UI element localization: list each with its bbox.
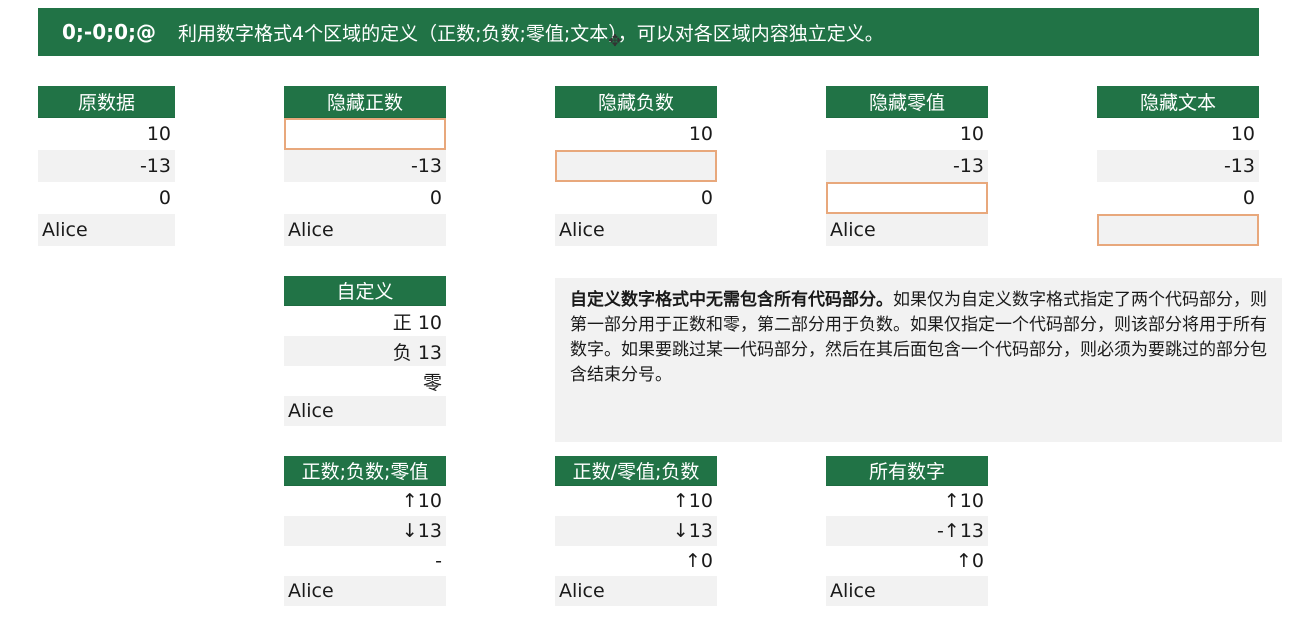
table-cell[interactable]: - (284, 546, 446, 576)
table-header: 所有数字 (826, 456, 988, 486)
table-hide-zero: 隐藏零值 10 -13 Alice (826, 86, 988, 246)
table-cell[interactable]: Alice (555, 214, 717, 246)
table-all-numbers: 所有数字 ↑10 -↑13 ↑0 Alice (826, 456, 988, 606)
table-cell[interactable]: ↓13 (555, 516, 717, 546)
table-cell[interactable]: -↑13 (826, 516, 988, 546)
table-header: 正数/零值;负数 (555, 456, 717, 486)
note-bold-text: 自定义数字格式中无需包含所有代码部分。 (570, 290, 893, 310)
format-code: 0;-0;0;@ (62, 20, 157, 44)
table-cell[interactable]: Alice (555, 576, 717, 606)
table-header: 隐藏零值 (826, 86, 988, 118)
table-hide-negative: 隐藏负数 10 0 Alice (555, 86, 717, 246)
table-cell[interactable]: 10 (555, 118, 717, 150)
table-cell[interactable]: ↑0 (826, 546, 988, 576)
move-cursor-icon: ✥ (608, 31, 622, 50)
table-cell[interactable]: Alice (826, 576, 988, 606)
table-header: 自定义 (284, 276, 446, 306)
table-cell[interactable]: 0 (38, 182, 175, 214)
table-cell[interactable] (1097, 214, 1259, 246)
table-custom: 自定义 正 10 负 13 零 Alice (284, 276, 446, 426)
table-header: 隐藏正数 (284, 86, 446, 118)
table-cell[interactable]: 0 (555, 182, 717, 214)
table-cell[interactable]: 10 (1097, 118, 1259, 150)
table-poszero-neg: 正数/零值;负数 ↑10 ↓13 ↑0 Alice (555, 456, 717, 606)
table-cell[interactable]: 0 (1097, 182, 1259, 214)
table-cell[interactable]: Alice (826, 214, 988, 246)
banner-description: 利用数字格式4个区域的定义（正数;负数;零值;文本），可以对各区域内容独立定义。 (178, 22, 884, 45)
table-cell[interactable] (284, 118, 446, 150)
table-cell[interactable]: ↓13 (284, 516, 446, 546)
table-cell[interactable]: 零 (284, 366, 446, 396)
table-original: 原数据 10 -13 0 Alice (38, 86, 175, 246)
table-header: 原数据 (38, 86, 175, 118)
table-cell[interactable]: Alice (284, 214, 446, 246)
table-cell[interactable] (555, 150, 717, 182)
table-hide-text: 隐藏文本 10 -13 0 (1097, 86, 1259, 246)
table-cell[interactable]: 10 (38, 118, 175, 150)
table-cell[interactable]: 10 (826, 118, 988, 150)
table-cell[interactable]: ↑10 (555, 486, 717, 516)
table-cell[interactable]: -13 (38, 150, 175, 182)
table-hide-positive: 隐藏正数 -13 0 Alice (284, 86, 446, 246)
table-cell[interactable]: ↑10 (284, 486, 446, 516)
table-cell[interactable]: Alice (284, 576, 446, 606)
table-header: 隐藏负数 (555, 86, 717, 118)
table-cell[interactable] (826, 182, 988, 214)
table-header: 隐藏文本 (1097, 86, 1259, 118)
table-cell[interactable]: Alice (284, 396, 446, 426)
table-cell[interactable]: 负 13 (284, 336, 446, 366)
table-cell[interactable]: -13 (826, 150, 988, 182)
table-cell[interactable]: ↑0 (555, 546, 717, 576)
table-cell[interactable]: 正 10 (284, 306, 446, 336)
table-pos-neg-zero: 正数;负数;零值 ↑10 ↓13 - Alice (284, 456, 446, 606)
table-cell[interactable]: 0 (284, 182, 446, 214)
explanation-note: 自定义数字格式中无需包含所有代码部分。如果仅为自定义数字格式指定了两个代码部分，… (555, 278, 1282, 442)
table-header: 正数;负数;零值 (284, 456, 446, 486)
title-banner: 0;-0;0;@ 利用数字格式4个区域的定义（正数;负数;零值;文本），可以对各… (38, 8, 1259, 56)
table-cell[interactable]: -13 (284, 150, 446, 182)
table-cell[interactable]: Alice (38, 214, 175, 246)
table-cell[interactable]: ↑10 (826, 486, 988, 516)
table-cell[interactable]: -13 (1097, 150, 1259, 182)
